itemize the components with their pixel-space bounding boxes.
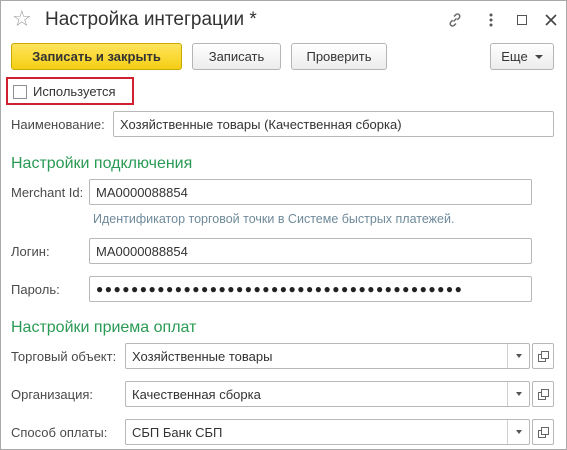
check-button[interactable]: Проверить <box>291 43 387 70</box>
merchant-id-input[interactable]: MA0000088854 <box>89 179 532 205</box>
trade-object-label: Торговый объект: <box>11 349 117 364</box>
chevron-down-icon[interactable] <box>507 382 529 406</box>
title-bar: ☆ Настройка интеграции * <box>1 1 566 41</box>
open-form-icon <box>537 388 549 400</box>
more-menu-label: Еще <box>501 49 528 64</box>
close-icon[interactable] <box>541 10 561 30</box>
used-checkbox-label[interactable]: Используется <box>33 84 116 99</box>
organization-value: Качественная сборка <box>132 386 261 402</box>
star-icon[interactable]: ☆ <box>12 8 32 30</box>
password-input[interactable]: ●●●●●●●●●●●●●●●●●●●●●●●●●●●●●●●●●●●●●●●●… <box>89 276 532 302</box>
name-label: Наименование: <box>11 117 105 132</box>
window-title: Настройка интеграции * <box>45 9 257 30</box>
chevron-down-icon <box>534 54 543 59</box>
organization-label: Организация: <box>11 387 94 402</box>
more-vertical-icon[interactable] <box>481 10 501 30</box>
used-checkbox[interactable] <box>13 85 27 99</box>
trade-object-open-button[interactable] <box>532 343 554 369</box>
integration-settings-window: ☆ Настройка интеграции * Записать и закр… <box>0 0 567 450</box>
open-form-icon <box>537 426 549 438</box>
login-label: Логин: <box>11 244 50 259</box>
name-input[interactable]: Хозяйственные товары (Качественная сборк… <box>113 111 554 137</box>
organization-select[interactable]: Качественная сборка <box>125 381 530 407</box>
merchant-id-label: Merchant Id: <box>11 185 84 200</box>
trade-object-value: Хозяйственные товары <box>132 348 273 364</box>
more-menu-button[interactable]: Еще <box>490 43 554 70</box>
trade-object-select[interactable]: Хозяйственные товары <box>125 343 530 369</box>
save-and-close-button[interactable]: Записать и закрыть <box>11 43 182 70</box>
organization-open-button[interactable] <box>532 381 554 407</box>
payment-method-select[interactable]: СБП Банк СБП <box>125 419 530 445</box>
save-button[interactable]: Записать <box>192 43 281 70</box>
chevron-down-icon[interactable] <box>507 344 529 368</box>
merchant-id-hint: Идентификатор торговой точки в Системе б… <box>93 212 455 226</box>
open-form-icon <box>537 350 549 362</box>
payment-section-heading: Настройки приема оплат <box>11 319 197 336</box>
maximize-icon[interactable] <box>512 10 532 30</box>
chevron-down-icon[interactable] <box>507 420 529 444</box>
connection-section-heading: Настройки подключения <box>11 155 193 172</box>
login-input[interactable]: MA0000088854 <box>89 238 532 264</box>
payment-method-value: СБП Банк СБП <box>132 424 223 440</box>
password-label: Пароль: <box>11 282 60 297</box>
payment-method-label: Способ оплаты: <box>11 425 108 440</box>
payment-method-open-button[interactable] <box>532 419 554 445</box>
link-icon[interactable] <box>445 10 465 30</box>
